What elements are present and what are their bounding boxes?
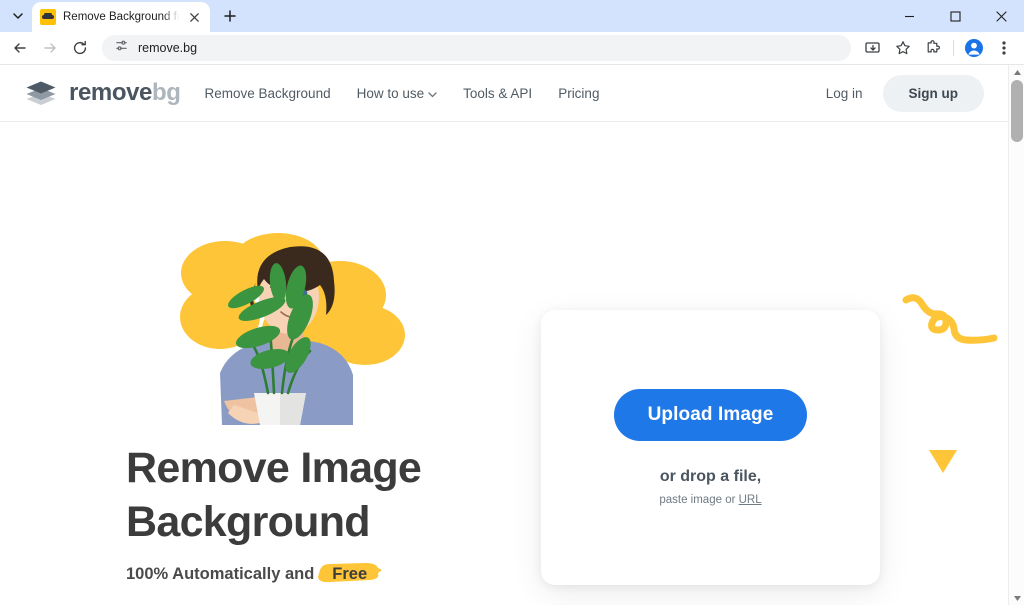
nav-label: Remove Background xyxy=(205,86,331,101)
paste-hint: paste image or URL xyxy=(659,494,761,506)
browser-toolbar: remove.bg xyxy=(0,32,1024,65)
toolbar-actions xyxy=(859,34,1018,62)
minimize-button[interactable] xyxy=(886,0,932,32)
nav-item-remove-background[interactable]: Remove Background xyxy=(205,86,331,101)
logo-word-remove: remove xyxy=(69,79,152,106)
back-button[interactable] xyxy=(6,34,34,62)
nav-item-pricing[interactable]: Pricing xyxy=(558,86,599,101)
hero-subtitle-prefix: 100% Automatically and xyxy=(126,565,314,584)
hero-title-line1: Remove Image xyxy=(126,444,421,492)
site-settings-icon[interactable] xyxy=(114,38,129,58)
site-logo[interactable]: removebg xyxy=(24,78,181,108)
removebg-favicon-icon xyxy=(40,9,56,25)
page-title: Remove Image Background xyxy=(126,441,546,549)
paste-hint-prefix: paste image or xyxy=(659,494,735,506)
scroll-down-arrow-icon[interactable] xyxy=(1009,591,1024,605)
removebg-logo-icon xyxy=(24,78,58,108)
tab-title: Remove Background from Imag xyxy=(63,11,179,23)
nav-label: Tools & API xyxy=(463,86,532,101)
forward-button[interactable] xyxy=(36,34,64,62)
window-controls xyxy=(886,0,1024,32)
signup-button[interactable]: Sign up xyxy=(883,75,985,112)
paste-url-link[interactable]: URL xyxy=(739,494,762,506)
hero-section: Remove Image Background 100% Automatical… xyxy=(0,122,1008,605)
scrollbar-thumb[interactable] xyxy=(1011,80,1023,142)
header-actions: Log in Sign up xyxy=(812,75,984,112)
logo-wordmark: removebg xyxy=(69,79,181,107)
free-badge-label: Free xyxy=(332,565,367,583)
drop-file-text: or drop a file, xyxy=(660,468,761,486)
browser-window: Remove Background from Imag xyxy=(0,0,1024,605)
hero-subtitle: 100% Automatically and Free xyxy=(126,562,381,587)
decorative-triangle xyxy=(928,448,958,479)
upload-image-button[interactable]: Upload Image xyxy=(614,389,808,441)
hero-title-line2: Background xyxy=(126,498,370,546)
reload-button[interactable] xyxy=(66,34,94,62)
address-bar[interactable]: remove.bg xyxy=(102,35,851,61)
browser-tab[interactable]: Remove Background from Imag xyxy=(32,2,210,32)
extensions-puzzle-icon[interactable] xyxy=(919,34,947,62)
main-nav: Remove Background How to use Tools & API… xyxy=(205,86,600,101)
hero-photo xyxy=(150,225,420,425)
bookmark-star-icon[interactable] xyxy=(889,34,917,62)
close-icon[interactable] xyxy=(186,9,202,25)
decorative-squiggle xyxy=(900,292,1005,367)
logo-word-bg: bg xyxy=(152,79,181,106)
profile-account-icon[interactable] xyxy=(960,34,988,62)
scroll-up-arrow-icon[interactable] xyxy=(1009,65,1024,79)
page-viewport: removebg Remove Background How to use To… xyxy=(0,65,1008,605)
tab-strip: Remove Background from Imag xyxy=(0,0,1024,32)
maximize-button[interactable] xyxy=(932,0,978,32)
new-tab-button[interactable] xyxy=(216,2,244,30)
three-dot-menu-icon[interactable] xyxy=(990,34,1018,62)
free-badge: Free xyxy=(320,562,381,587)
upload-card[interactable]: Upload Image or drop a file, paste image… xyxy=(541,310,880,585)
page-scrollbar[interactable] xyxy=(1008,65,1024,605)
nav-label: Pricing xyxy=(558,86,599,101)
install-app-icon[interactable] xyxy=(859,34,887,62)
site-header: removebg Remove Background How to use To… xyxy=(0,65,1008,122)
window-close-button[interactable] xyxy=(978,0,1024,32)
tab-search-chevron-icon[interactable] xyxy=(4,2,32,30)
nav-item-how-to-use[interactable]: How to use xyxy=(357,86,438,101)
toolbar-divider xyxy=(953,40,954,56)
nav-label: How to use xyxy=(357,86,425,101)
chevron-down-icon xyxy=(428,86,437,101)
url-text: remove.bg xyxy=(138,41,197,55)
nav-item-tools-api[interactable]: Tools & API xyxy=(463,86,532,101)
login-link[interactable]: Log in xyxy=(812,78,877,109)
